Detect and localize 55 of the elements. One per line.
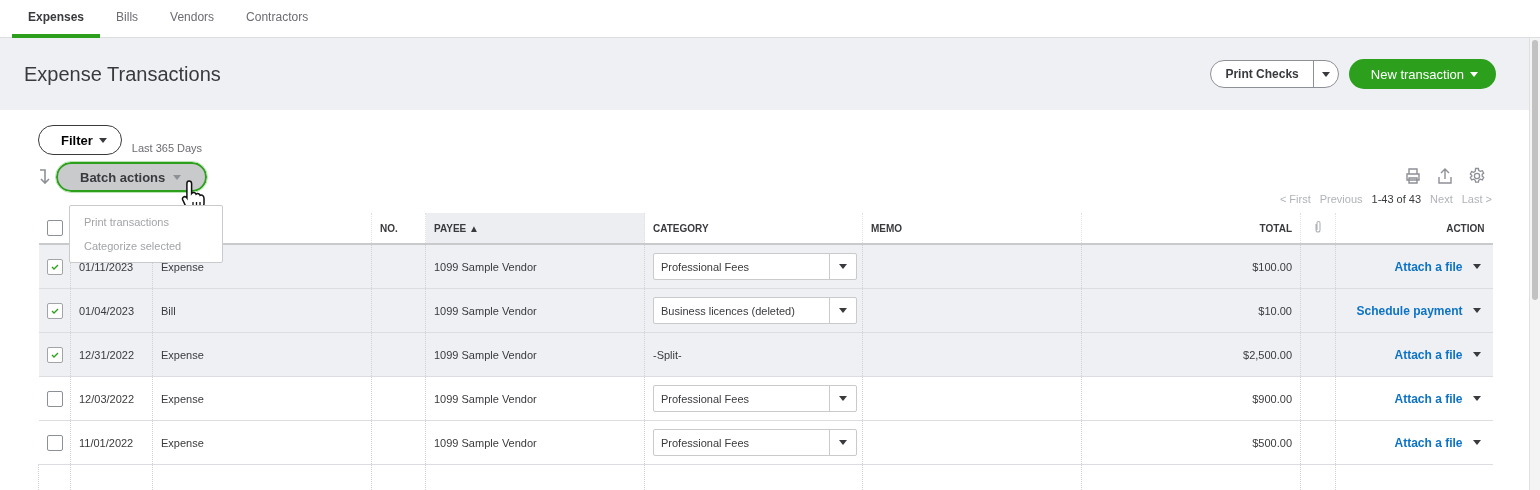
- category-dropdown[interactable]: Professional Fees: [653, 385, 857, 412]
- date-cell: 01/11/2023: [79, 260, 134, 273]
- print-icon[interactable]: [1404, 167, 1422, 185]
- total-cell: $10.00: [1258, 304, 1292, 317]
- row-checkbox[interactable]: [46, 434, 63, 451]
- check-icon: [49, 306, 60, 315]
- type-cell: Expense: [161, 348, 204, 361]
- category-dropdown[interactable]: Professional Fees: [653, 253, 857, 280]
- type-cell: Expense: [161, 436, 204, 449]
- row-checkbox[interactable]: [46, 390, 63, 407]
- export-icon[interactable]: [1436, 167, 1454, 185]
- page-title: Expense Transactions: [24, 62, 221, 86]
- down-arrow-icon[interactable]: [38, 168, 52, 186]
- paperclip-icon: [1314, 220, 1322, 234]
- row-checkbox[interactable]: [46, 302, 63, 319]
- select-all-checkbox[interactable]: [46, 220, 63, 236]
- type-cell: Expense: [161, 260, 204, 273]
- category-dropdown[interactable]: Business licences (deleted): [653, 297, 857, 324]
- row-checkbox[interactable]: [46, 258, 63, 275]
- type-cell: Bill: [161, 304, 176, 317]
- print-checks-button[interactable]: Print Checks: [1211, 61, 1314, 87]
- category-dropdown[interactable]: Professional Fees: [653, 429, 857, 456]
- payee-cell: 1099 Sample Vendor: [434, 348, 537, 361]
- payee-cell: 1099 Sample Vendor: [434, 392, 537, 405]
- nav-tab[interactable]: Vendors: [154, 0, 231, 38]
- total-cell: $100.00: [1252, 260, 1292, 273]
- payee-cell: 1099 Sample Vendor: [434, 304, 537, 317]
- settings-icon[interactable]: [1468, 167, 1486, 185]
- action-link[interactable]: Attach a file: [1394, 435, 1463, 450]
- date-cell: 12/03/2022: [79, 392, 135, 405]
- date-cell: 11/01/2022: [79, 436, 134, 449]
- check-icon: [49, 262, 60, 271]
- date-range-label: Last 365 Days: [131, 142, 203, 154]
- page-range-label: 1-43 of 43: [1371, 193, 1422, 205]
- date-cell: 12/31/2022: [79, 348, 135, 361]
- action-link[interactable]: Attach a file: [1394, 347, 1463, 362]
- filter-button[interactable]: Filter: [38, 125, 122, 155]
- row-checkbox[interactable]: [46, 346, 63, 363]
- category-cell: -Split-: [653, 348, 682, 361]
- action-link[interactable]: Attach a file: [1394, 259, 1463, 274]
- action-link[interactable]: Attach a file: [1394, 391, 1463, 406]
- payee-cell: 1099 Sample Vendor: [434, 436, 537, 449]
- total-cell: $900.00: [1252, 392, 1292, 405]
- nav-tab[interactable]: Contractors: [230, 0, 325, 38]
- scrollbar[interactable]: [1529, 38, 1540, 490]
- date-cell: 01/04/2023: [79, 304, 135, 317]
- print-checks-split-button[interactable]: Print Checks: [1210, 60, 1339, 88]
- total-cell: $2,500.00: [1243, 348, 1292, 361]
- total-cell: $500.00: [1252, 436, 1292, 449]
- check-icon: [49, 350, 60, 359]
- column-header[interactable]: PAYEE ▲: [425, 213, 645, 244]
- payee-cell: 1099 Sample Vendor: [434, 260, 537, 273]
- nav-tab[interactable]: Bills: [100, 0, 155, 38]
- batch-actions-button[interactable]: Batch actions: [56, 162, 208, 192]
- type-cell: Expense: [161, 392, 204, 405]
